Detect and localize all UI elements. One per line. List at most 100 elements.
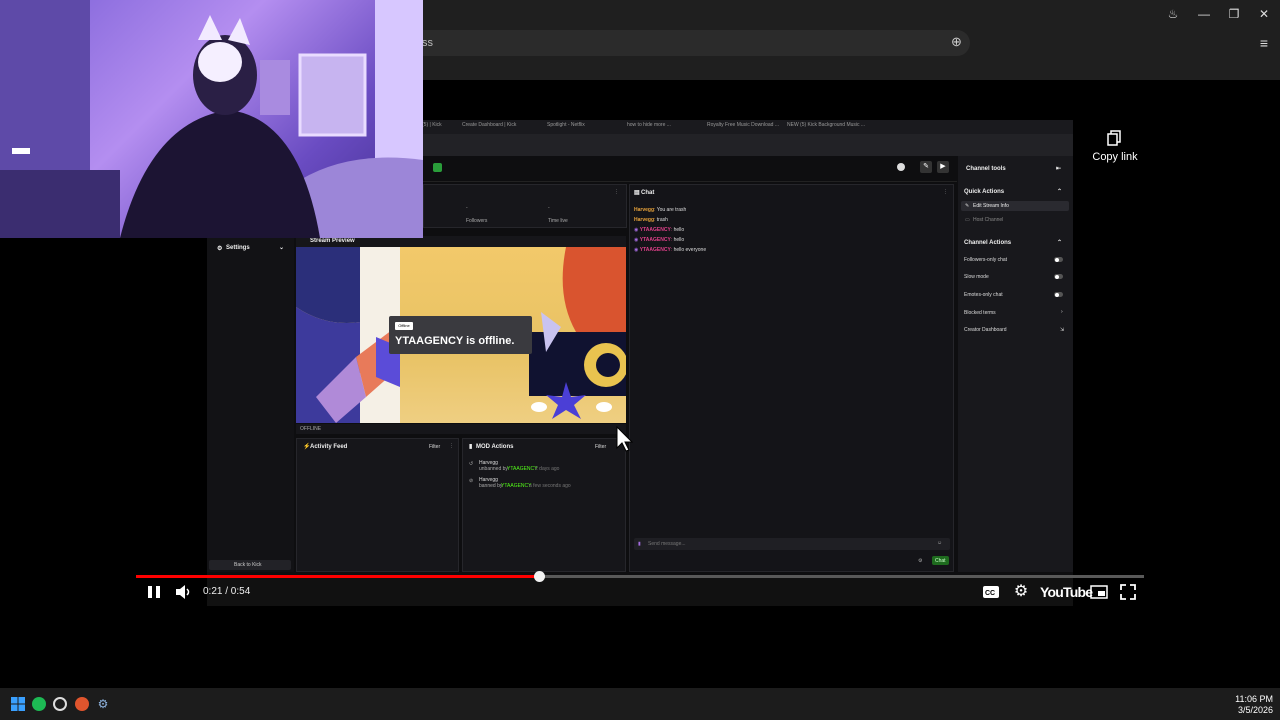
steam-icon[interactable]: ⚙ [96,697,110,711]
captions-icon: CC [983,586,999,598]
chat-message: ◉ YTAAGENCY: hello everyone [634,247,707,253]
minimize-button[interactable]: — [1194,6,1214,22]
chat-message: Harvegg: You are trash [634,207,687,213]
chat-message: ◉ YTAAGENCY: hello [634,237,685,243]
play-icon[interactable]: ▶ [937,161,949,173]
followers-label: Followers [466,218,488,224]
info-icon[interactable] [897,163,905,171]
pause-icon [148,586,160,598]
youtube-logo[interactable]: YouTube [1040,584,1093,600]
chat-toggle-icon[interactable] [433,163,442,172]
time-display: 0:21 / 0:54 [203,586,251,597]
miniplayer-button[interactable] [1089,582,1109,602]
chat-send-label: Chat [935,558,946,564]
webcam-feed [0,0,423,238]
emote-picker-icon[interactable]: ▮ [638,541,641,547]
chat-title: Chat [641,190,655,196]
activity-filter-button[interactable]: Filter [429,444,440,450]
chat-username[interactable]: YTAAGENCY [640,247,671,253]
blocked-terms-link[interactable]: Blocked terms [964,310,996,316]
close-button[interactable]: ✕ [1254,6,1274,22]
edit-stream-info-button[interactable]: ✎ Edit Stream Info [961,201,1069,211]
mod-item-by: YTAAGENCY [501,483,532,489]
taskbar [0,688,1280,720]
emoji-icon[interactable]: ☺ [937,540,942,546]
followers-only-toggle[interactable] [1054,257,1063,262]
external-link-icon[interactable]: ⇲ [1060,327,1064,333]
chat-username[interactable]: Harvegg [634,217,654,223]
settings-label[interactable]: Settings [226,245,250,251]
dashboard-sidebar: ⚙ Settings ⌄ Back to Kick [207,238,294,572]
chat-input[interactable]: ▮ Send message... ☺ [634,538,950,550]
edit-stream-info-label: Edit Stream Info [973,203,1009,209]
chat-username[interactable]: YTAAGENCY [640,227,671,233]
creator-dashboard-link[interactable]: Creator Dashboard [964,327,1007,333]
settings-button[interactable]: ⚙ [1011,582,1031,602]
slow-mode-label: Slow mode [964,274,989,280]
chat-username[interactable]: Harvegg [634,207,654,213]
captions-button[interactable]: CC [982,582,1000,602]
menu-icon[interactable]: ≡ [1254,35,1274,51]
undo-icon: ↺ [469,461,474,467]
inner-tab: NEW (5) Kick Background Music ... [787,122,866,128]
host-icon: ▭ [965,217,970,223]
pause-button[interactable] [145,582,163,602]
chevron-up-icon[interactable]: ⌃ [1057,188,1062,195]
mod-item-by: YTAAGENCY [507,466,538,472]
progress-played [136,575,539,578]
collapse-icon[interactable]: ⇤ [1056,165,1061,172]
mod-filter-button[interactable]: Filter [595,444,606,450]
offline-badge: Offline [395,322,413,330]
fullscreen-button[interactable] [1118,582,1138,602]
inner-tab: (5) | Kick [422,122,442,128]
emotes-only-label: Emotes-only chat [964,292,1003,298]
gear-icon[interactable]: ⚙ [918,558,922,564]
kebab-icon[interactable]: ⋮ [614,189,619,195]
slow-mode-toggle[interactable] [1054,274,1063,279]
scrubber-handle[interactable] [534,571,545,582]
chat-icon: ▤ [634,190,640,196]
pencil-icon[interactable]: ✎ [920,161,932,173]
chat-send-button[interactable]: Chat [932,556,949,565]
mod-item-action: banned by [479,483,503,489]
stream-preview-title: Stream Preview [310,238,355,244]
inner-tab: Create Dashboard | Kick [462,122,517,128]
chevron-right-icon[interactable]: › [1061,309,1063,315]
mod-actions-title: MOD Actions [476,444,514,450]
restore-button[interactable]: ❐ [1224,6,1244,22]
mod-actions-panel: ▮ MOD Actions Filter ↺ Harvegg unbanned … [462,438,626,572]
offline-status: OFFLINE [300,426,322,432]
gear-icon: ⚙ [1013,583,1029,600]
copy-icon[interactable] [1106,130,1124,146]
spotify-icon[interactable] [32,697,46,711]
windows-start-icon[interactable] [11,697,25,711]
taskbar-clock[interactable]: 11:06 PM 3/5/2026 [1205,694,1273,716]
chevron-down-icon[interactable]: ⌄ [279,244,284,251]
chat-message: ◉ YTAAGENCY: hello [634,227,685,233]
shield-icon: ▮ [469,444,473,450]
flame-icon[interactable]: ♨ [1163,6,1183,22]
chat-username[interactable]: YTAAGENCY [640,237,671,243]
obs-icon[interactable] [53,697,67,711]
channel-tools-title: Channel tools [966,166,1006,172]
inner-tab: how to hide more ... [627,122,671,128]
browser-icon[interactable] [75,697,89,711]
chevron-up-icon[interactable]: ⌃ [1057,239,1062,246]
copy-link-label[interactable]: Copy link [1090,151,1140,163]
back-to-kick-button[interactable]: Back to Kick [209,560,291,570]
inner-tab: Spotlight - Netflix [547,122,585,128]
volume-button[interactable] [173,582,193,602]
chat-text: hello everyone [673,247,707,253]
mod-item-action: unbanned by [479,466,508,472]
time-live-label: Time live [548,218,568,224]
emotes-only-toggle[interactable] [1054,292,1063,297]
add-icon[interactable]: ⊕ [951,34,962,50]
chat-text: trash [656,217,668,223]
emote-bar: ● angry● amaze● bubbly● cheerful● cool● … [634,525,952,533]
kebab-icon[interactable]: ⋮ [449,443,454,449]
host-channel-button[interactable]: ▭ Host Channel [961,215,1069,225]
kebab-icon[interactable]: ⋮ [943,189,948,195]
chat-text: hello [673,237,685,243]
fullscreen-icon [1120,584,1136,600]
ban-icon: ⊘ [469,478,474,484]
